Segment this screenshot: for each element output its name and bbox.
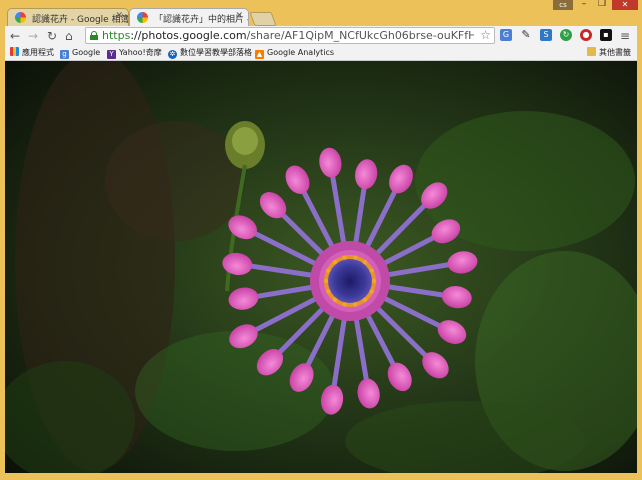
translate-extension-icon[interactable]: G xyxy=(500,29,512,41)
google-photos-icon xyxy=(15,12,26,23)
maximize-icon[interactable]: ❐ xyxy=(596,0,608,10)
profile-button[interactable]: cs xyxy=(553,0,573,10)
pin-extension-icon[interactable]: ✎ xyxy=(520,29,532,41)
record-extension-icon[interactable]: ● xyxy=(580,29,592,41)
bookmark-other-folder[interactable]: 其他書籤 xyxy=(587,47,631,59)
close-window-icon[interactable]: ✕ xyxy=(612,0,638,10)
yahoo-icon: Y xyxy=(107,50,116,59)
google-photos-icon xyxy=(137,12,148,23)
bookmark-apps[interactable]: 應用程式 xyxy=(10,47,54,59)
bookmark-yahoo[interactable]: Y Yahoo!奇摩 xyxy=(107,47,162,59)
browser-window: 認識花卉 - Google 相簿 ✕ 「認識花卉」中的相片 - G ✕ cs –… xyxy=(0,0,642,480)
screenshot-extension-icon[interactable]: S xyxy=(540,29,552,41)
tab-google-photos-album[interactable]: 認識花卉 - Google 相簿 ✕ xyxy=(7,8,129,26)
close-tab-icon[interactable]: ✕ xyxy=(235,11,243,21)
folder-icon xyxy=(587,47,596,56)
apps-grid-icon xyxy=(10,47,19,56)
forward-icon[interactable]: → xyxy=(28,29,38,43)
toolbar: ← → ↻ ⌂ https://photos.google.com/share/… xyxy=(5,26,637,46)
tab-title: 認識花卉 - Google 相簿 xyxy=(32,15,129,25)
reload-icon[interactable]: ↻ xyxy=(47,29,57,43)
back-icon[interactable]: ← xyxy=(10,29,20,43)
google-icon: g xyxy=(60,50,69,59)
address-bar[interactable]: https://photos.google.com/share/AF1QipM_… xyxy=(85,27,495,44)
new-tab-button[interactable] xyxy=(249,12,277,26)
photo-viewer[interactable] xyxy=(5,61,637,473)
dark-extension-icon[interactable]: ▪ xyxy=(600,29,612,41)
close-tab-icon[interactable]: ✕ xyxy=(115,11,123,21)
home-icon[interactable]: ⌂ xyxy=(65,29,73,43)
bookmark-google[interactable]: g Google xyxy=(60,47,100,59)
bookmark-elearning-blog[interactable]: ✲ 數位學習教學部落格 xyxy=(168,47,252,59)
green-extension-icon[interactable]: ↻ xyxy=(560,29,572,41)
lock-icon xyxy=(90,31,98,40)
tab-shared-photo[interactable]: 「認識花卉」中的相片 - G ✕ xyxy=(129,8,249,26)
minimize-icon[interactable]: – xyxy=(578,0,590,10)
analytics-icon: ▲ xyxy=(255,50,264,59)
tab-strip: 認識花卉 - Google 相簿 ✕ 「認識花卉」中的相片 - G ✕ cs –… xyxy=(0,0,642,26)
bookmarks-bar: 應用程式 g Google Y Yahoo!奇摩 ✲ 數位學習教學部落格 ▲ Googl… xyxy=(5,46,637,61)
url-text: https://photos.google.com/share/AF1QipM_… xyxy=(102,29,474,42)
menu-icon[interactable]: ≡ xyxy=(620,29,630,43)
blog-icon: ✲ xyxy=(168,50,177,59)
flower-photo xyxy=(5,61,637,473)
bookmark-google-analytics[interactable]: ▲ Google Analytics xyxy=(255,47,334,59)
bookmark-star-icon[interactable]: ☆ xyxy=(480,28,491,42)
